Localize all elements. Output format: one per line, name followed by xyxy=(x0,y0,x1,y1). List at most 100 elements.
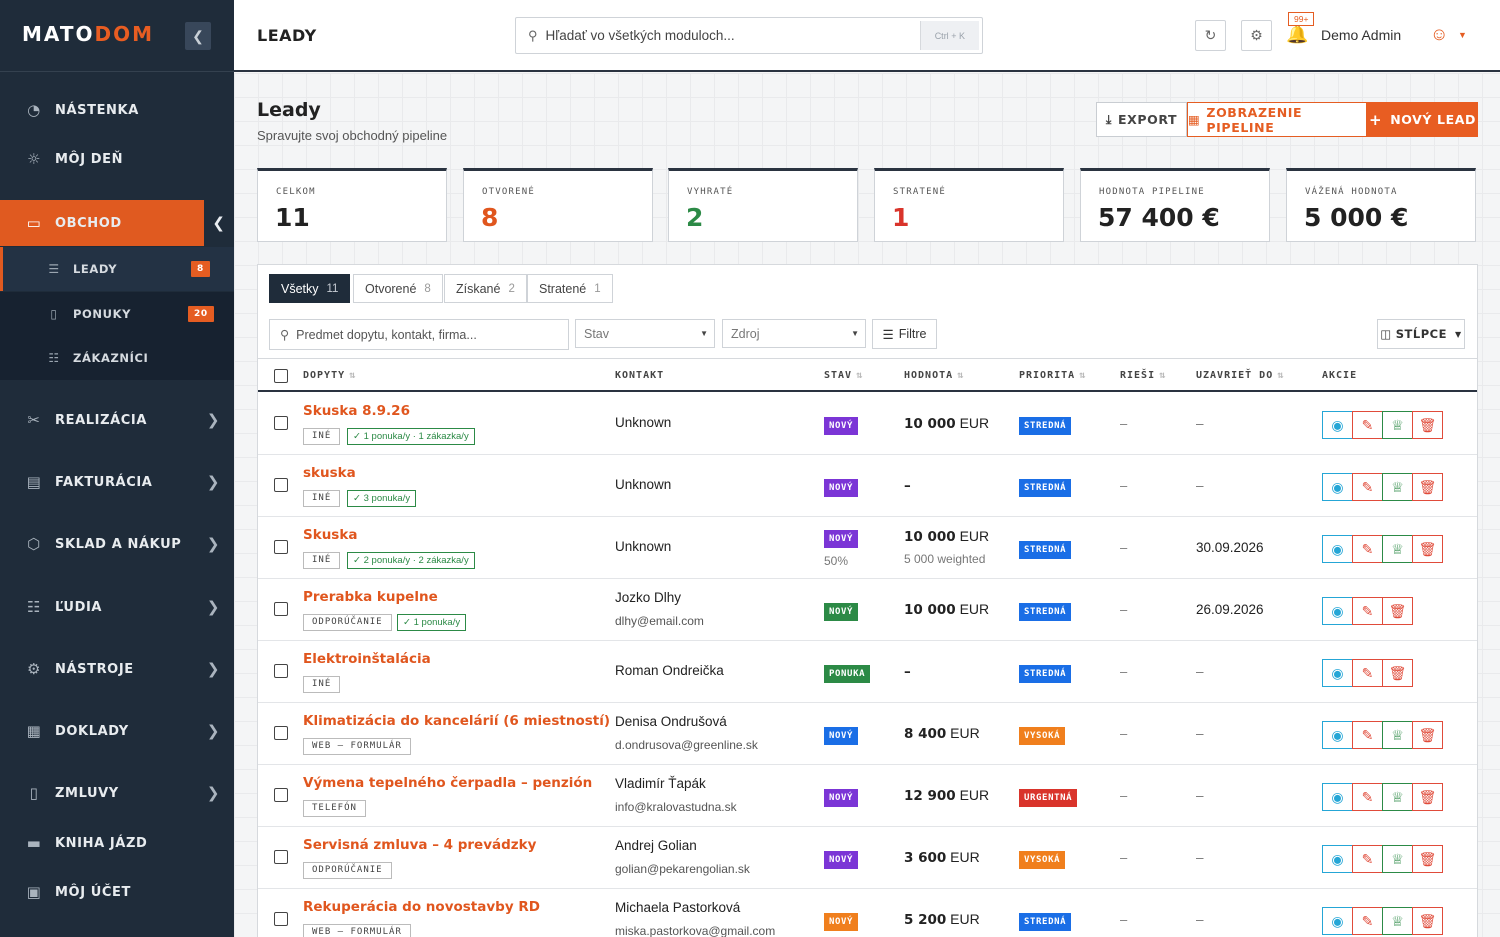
table-row[interactable]: Výmena tepelného čerpadla – penzión TELEF… xyxy=(258,765,1477,827)
view-icon[interactable]: ◉ xyxy=(1322,907,1353,935)
subnav-item-1[interactable]: ▯ PONUKY 20 xyxy=(0,292,234,336)
row-checkbox[interactable] xyxy=(274,416,288,430)
nav-item-1[interactable]: ☼ MÔJ DEŇ xyxy=(0,137,234,181)
lead-title-link[interactable]: skuska xyxy=(303,465,356,481)
edit-icon[interactable]: ✎ xyxy=(1352,845,1383,873)
trophy-icon[interactable]: ♕ xyxy=(1382,845,1413,873)
edit-icon[interactable]: ✎ xyxy=(1352,783,1383,811)
trash-icon[interactable]: 🗑 xyxy=(1382,659,1413,687)
user-name[interactable]: Demo Admin xyxy=(1321,27,1401,43)
view-icon[interactable]: ◉ xyxy=(1322,721,1353,749)
source-select[interactable]: Zdroj ▼ xyxy=(722,319,866,348)
row-checkbox[interactable] xyxy=(274,912,288,926)
tab-1[interactable]: Otvorené 8 xyxy=(353,274,443,303)
trophy-icon[interactable]: ♕ xyxy=(1382,907,1413,935)
user-avatar-icon[interactable]: ☺ xyxy=(1430,24,1448,45)
trash-icon[interactable]: 🗑 xyxy=(1412,783,1443,811)
nav-item-8[interactable]: ▦ DOKLADY ❯ xyxy=(0,709,234,753)
nav-item-9[interactable]: ▯ ZMLUVY ❯ xyxy=(0,771,234,815)
lead-title-link[interactable]: Skuska 8.9.26 xyxy=(303,403,410,419)
lead-title-link[interactable]: Skuska xyxy=(303,527,357,543)
view-icon[interactable]: ◉ xyxy=(1322,411,1353,439)
status-select[interactable]: Stav ▼ xyxy=(575,319,715,348)
table-row[interactable]: Klimatizácia do kancelárií (6 miestností… xyxy=(258,703,1477,765)
row-checkbox[interactable] xyxy=(274,478,288,492)
th-owner[interactable]: RIEŠI ⇅ xyxy=(1120,370,1166,381)
edit-icon[interactable]: ✎ xyxy=(1352,535,1383,563)
contact-email[interactable]: info@kralovastudna.sk xyxy=(615,800,737,814)
nav-item-11[interactable]: ▣ MÔJ ÚČET xyxy=(0,870,234,914)
subnav-item-0[interactable]: ☰ LEADY 8 xyxy=(0,247,234,291)
view-icon[interactable]: ◉ xyxy=(1322,659,1353,687)
trash-icon[interactable]: 🗑 xyxy=(1412,535,1443,563)
contact-email[interactable]: miska.pastorkova@gmail.com xyxy=(615,924,775,937)
logo[interactable]: MATODOM xyxy=(22,22,154,46)
row-checkbox[interactable] xyxy=(274,602,288,616)
edit-icon[interactable]: ✎ xyxy=(1352,721,1383,749)
table-row[interactable]: Skuska 8.9.26 INÉ ✓ 1 ponuka/y · 1 zákazka… xyxy=(258,393,1477,455)
tab-0[interactable]: Všetky 11 xyxy=(269,274,351,303)
trophy-icon[interactable]: ♕ xyxy=(1382,783,1413,811)
table-row[interactable]: Rekuperácia do novostavby RD WEB – FORMUL… xyxy=(258,889,1477,937)
nav-item-6[interactable]: ☷ ĽUDIA ❯ xyxy=(0,585,234,629)
view-icon[interactable]: ◉ xyxy=(1322,473,1353,501)
trash-icon[interactable]: 🗑 xyxy=(1382,597,1413,625)
view-icon[interactable]: ◉ xyxy=(1322,845,1353,873)
bell-icon[interactable]: 🔔 xyxy=(1286,24,1308,45)
row-checkbox[interactable] xyxy=(274,664,288,678)
bug-icon[interactable]: ⚙ xyxy=(1241,20,1272,51)
contact-email[interactable]: dlhy@email.com xyxy=(615,614,704,628)
lead-title-link[interactable]: Výmena tepelného čerpadla – penzión xyxy=(303,775,592,791)
lead-title-link[interactable]: Elektroinštalácia xyxy=(303,651,431,667)
contact-email[interactable]: golian@pekarengolian.sk xyxy=(615,862,750,876)
nav-item-4[interactable]: ▤ FAKTURÁCIA ❯ xyxy=(0,460,234,504)
subnav-item-2[interactable]: ☷ ZÁKAZNÍCI xyxy=(0,336,234,380)
row-checkbox[interactable] xyxy=(274,540,288,554)
nav-item-7[interactable]: ⚙ NÁSTROJE ❯ xyxy=(0,647,234,691)
trophy-icon[interactable]: ♕ xyxy=(1382,411,1413,439)
row-checkbox[interactable] xyxy=(274,726,288,740)
th-subject[interactable]: DOPYTY ⇅ xyxy=(303,370,356,381)
table-row[interactable]: Servisná zmluva – 4 prevádzky ODPORÚČANIE… xyxy=(258,827,1477,889)
nav-item-2[interactable]: ▭ OBCHOD ❮ xyxy=(0,200,234,246)
th-close-date[interactable]: UZAVRIEŤ DO ⇅ xyxy=(1196,370,1284,381)
edit-icon[interactable]: ✎ xyxy=(1352,597,1383,625)
view-icon[interactable]: ◉ xyxy=(1322,535,1353,563)
table-row[interactable]: skuska INÉ ✓ 3 ponuka/y Unknown NOVÝ – STREDNÁ… xyxy=(258,455,1477,517)
trash-icon[interactable]: 🗑 xyxy=(1412,473,1443,501)
lead-title-link[interactable]: Servisná zmluva – 4 prevádzky xyxy=(303,837,536,853)
edit-icon[interactable]: ✎ xyxy=(1352,411,1383,439)
lead-search-input[interactable]: ⚲ Predmet dopytu, kontakt, firma... xyxy=(269,319,569,350)
tab-2[interactable]: Získané 2 xyxy=(444,274,527,303)
nav-item-10[interactable]: ▬ KNIHA JÁZD xyxy=(0,821,234,865)
columns-button[interactable]: ◫ STĹPCE ▼ xyxy=(1377,319,1465,349)
nav-item-3[interactable]: ✂ REALIZÁCIA ❯ xyxy=(0,398,234,442)
collapse-sidebar-button[interactable]: ❮ xyxy=(185,22,211,50)
trophy-icon[interactable]: ♕ xyxy=(1382,721,1413,749)
trophy-icon[interactable]: ♕ xyxy=(1382,535,1413,563)
edit-icon[interactable]: ✎ xyxy=(1352,473,1383,501)
chevron-down-icon[interactable]: ▼ xyxy=(1458,30,1467,40)
contact-email[interactable]: d.ondrusova@greenline.sk xyxy=(615,738,758,752)
th-priority[interactable]: PRIORITA ⇅ xyxy=(1019,370,1086,381)
th-status[interactable]: STAV ⇅ xyxy=(824,370,863,381)
nav-item-5[interactable]: ⬡ SKLAD A NÁKUP ❯ xyxy=(0,522,234,566)
view-icon[interactable]: ◉ xyxy=(1322,597,1353,625)
trash-icon[interactable]: 🗑 xyxy=(1412,845,1443,873)
table-row[interactable]: Skuska INÉ ✓ 2 ponuka/y · 2 zákazka/y Unkno… xyxy=(258,517,1477,579)
edit-icon[interactable]: ✎ xyxy=(1352,907,1383,935)
trash-icon[interactable]: 🗑 xyxy=(1412,721,1443,749)
trophy-icon[interactable]: ♕ xyxy=(1382,473,1413,501)
edit-icon[interactable]: ✎ xyxy=(1352,659,1383,687)
trash-icon[interactable]: 🗑 xyxy=(1412,411,1443,439)
lead-title-link[interactable]: Klimatizácia do kancelárií (6 miestností… xyxy=(303,713,610,729)
export-button[interactable]: ⤓ EXPORT xyxy=(1096,102,1187,137)
global-search[interactable]: ⚲ Hľadať vo všetkých moduloch... Ctrl + … xyxy=(515,17,983,54)
row-checkbox[interactable] xyxy=(274,788,288,802)
lead-title-link[interactable]: Rekuperácia do novostavby RD xyxy=(303,899,540,915)
pipeline-view-button[interactable]: ▦ ZOBRAZENIE PIPELINE xyxy=(1187,102,1367,137)
table-row[interactable]: Elektroinštalácia INÉ Roman Ondreička PONUK… xyxy=(258,641,1477,703)
table-row[interactable]: Prerabka kupelne ODPORÚČANIE ✓ 1 ponuka/y J… xyxy=(258,579,1477,641)
refresh-icon[interactable]: ↻ xyxy=(1195,20,1226,51)
select-all-checkbox[interactable] xyxy=(274,369,288,383)
